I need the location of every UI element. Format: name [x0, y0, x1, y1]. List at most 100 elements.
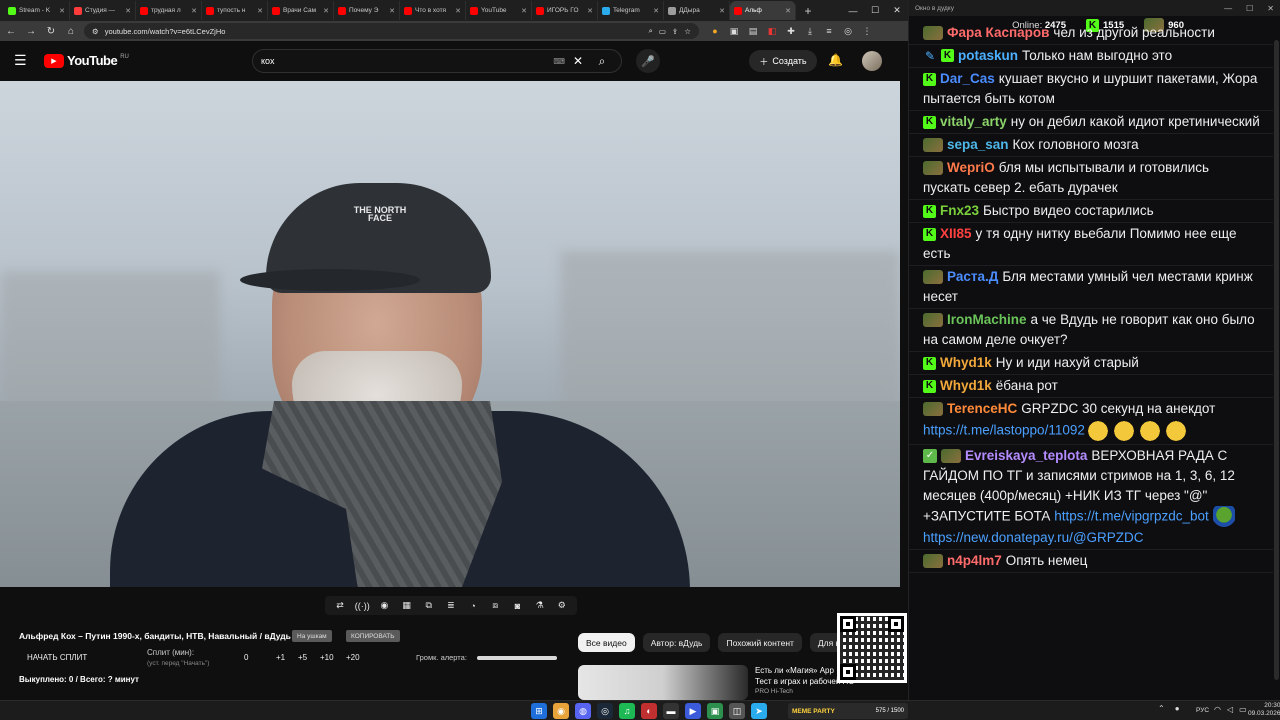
- chat-username[interactable]: Фара Каспаров: [947, 25, 1049, 40]
- split-plus-10-button[interactable]: +10: [320, 653, 334, 662]
- start-icon[interactable]: ⊞: [531, 703, 547, 719]
- clear-search-icon[interactable]: ✕: [573, 54, 583, 68]
- tab-close-icon[interactable]: ✕: [521, 7, 527, 15]
- chat-username[interactable]: TerenceHC: [947, 401, 1017, 416]
- share-icon[interactable]: ⇪: [672, 27, 678, 36]
- tab-close-icon[interactable]: ✕: [191, 7, 197, 15]
- browser-tab[interactable]: Что в хотя ✕: [400, 1, 466, 20]
- chat-username[interactable]: XII85: [940, 226, 972, 241]
- minimize-icon[interactable]: —: [842, 0, 864, 21]
- browser-tab[interactable]: Stream - K ✕: [4, 1, 70, 20]
- camera-icon[interactable]: ◙: [510, 599, 525, 613]
- puzzle-icon[interactable]: ✚: [785, 25, 797, 37]
- tab-close-icon[interactable]: ✕: [257, 7, 263, 15]
- tray-status[interactable]: ◠ ◁ ▭: [1214, 705, 1247, 714]
- extension-icon[interactable]: ▤: [747, 25, 759, 37]
- voice-search-icon[interactable]: 🎤: [636, 49, 660, 73]
- app-icon[interactable]: ◫: [729, 703, 745, 719]
- new-tab-icon[interactable]: +: [800, 3, 816, 19]
- browser-tab[interactable]: Врачи Сам ✕: [268, 1, 334, 20]
- flask-icon[interactable]: ⚗: [532, 599, 547, 613]
- chip-author[interactable]: Автор: вДудь: [642, 633, 711, 652]
- scrollbar-thumb[interactable]: [1274, 40, 1279, 680]
- language-indicator[interactable]: РУС: [1196, 707, 1209, 714]
- tab-close-icon[interactable]: ✕: [653, 7, 659, 15]
- chat-scrollbar[interactable]: [1273, 30, 1280, 700]
- app-icon[interactable]: ◐: [641, 703, 657, 719]
- split-value[interactable]: 0: [244, 653, 248, 662]
- extension-icon[interactable]: ▣: [728, 25, 740, 37]
- chat-username[interactable]: Раста.Д: [947, 269, 998, 284]
- app-icon[interactable]: ▣: [707, 703, 723, 719]
- settings-gear-icon[interactable]: ⚙: [554, 599, 569, 613]
- back-icon[interactable]: ←: [4, 24, 18, 38]
- spotify-icon[interactable]: ♫: [619, 703, 635, 719]
- audio-icon[interactable]: ((·)): [355, 599, 370, 613]
- chat-username[interactable]: Whyd1k: [940, 355, 992, 370]
- forward-icon[interactable]: →: [24, 24, 38, 38]
- browser-tab[interactable]: Почему Э ✕: [334, 1, 400, 20]
- notifications-bell-icon[interactable]: 🔔: [828, 53, 843, 67]
- browser-tab[interactable]: Альф ✕: [730, 1, 796, 20]
- tab-close-icon[interactable]: ✕: [389, 7, 395, 15]
- browser-tab[interactable]: Telegram ✕: [598, 1, 664, 20]
- extension-icon[interactable]: ◧: [766, 25, 778, 37]
- split-plus-1-button[interactable]: +1: [276, 653, 285, 662]
- download-icon[interactable]: ⤓: [804, 25, 816, 37]
- split-plus-5-button[interactable]: +5: [298, 653, 307, 662]
- mic-icon[interactable]: ●: [1175, 704, 1180, 713]
- speed-icon[interactable]: ◔: [466, 599, 481, 613]
- chrome-icon[interactable]: ◉: [553, 703, 569, 719]
- menu-dots-icon[interactable]: ⋮: [861, 25, 873, 37]
- youtube-logo[interactable]: ▶ YouTube RU: [44, 53, 129, 68]
- clock[interactable]: 20:30 09.03.2026: [1248, 702, 1280, 718]
- chat-username[interactable]: WepriO: [947, 160, 995, 175]
- browser-tab[interactable]: YouTube ✕: [466, 1, 532, 20]
- search-input[interactable]: кох: [261, 56, 553, 66]
- hamburger-menu-icon[interactable]: ☰: [14, 53, 28, 67]
- chat-username[interactable]: sepa_san: [947, 137, 1009, 152]
- split-plus-20-button[interactable]: +20: [346, 653, 360, 662]
- chat-username[interactable]: vitaly_arty: [940, 114, 1007, 129]
- copy-button[interactable]: КОПИРОВАТЬ: [346, 630, 400, 642]
- extension-icon[interactable]: ●: [709, 25, 721, 37]
- bookmark-star-icon[interactable]: ☆: [684, 27, 691, 36]
- steam-icon[interactable]: ◎: [597, 703, 613, 719]
- loop-icon[interactable]: ⇄: [333, 599, 348, 613]
- chat-username[interactable]: IronMachine: [947, 312, 1027, 327]
- hearing-pill[interactable]: На ушкам: [292, 630, 332, 642]
- chat-link[interactable]: https://t.me/lastoppo/11092: [923, 423, 1085, 438]
- home-icon[interactable]: ⌂: [64, 24, 78, 38]
- app-icon[interactable]: ▬: [663, 703, 679, 719]
- avatar[interactable]: [862, 51, 882, 71]
- tab-close-icon[interactable]: ✕: [125, 7, 131, 15]
- telegram-icon[interactable]: ➤: [751, 703, 767, 719]
- maximize-icon[interactable]: ☐: [1246, 4, 1253, 13]
- cast-icon[interactable]: ▭: [659, 27, 666, 36]
- frame-icon[interactable]: ⧉: [421, 599, 436, 613]
- chat-username[interactable]: Fnx23: [940, 203, 979, 218]
- url-field[interactable]: ⚙ youtube.com/watch?v=e6tLCevZjHo ⌕ ▭ ⇪ …: [84, 23, 699, 39]
- browser-tab[interactable]: трудная л ✕: [136, 1, 202, 20]
- subtitles-icon[interactable]: ≣: [443, 599, 458, 613]
- alert-volume-slider[interactable]: [477, 656, 557, 660]
- tab-close-icon[interactable]: ✕: [719, 7, 725, 15]
- chat-username[interactable]: n4p4lm7: [947, 553, 1002, 568]
- sidebar-icon[interactable]: ≡: [823, 25, 835, 37]
- picture-in-picture-icon[interactable]: ⧈: [488, 599, 503, 613]
- browser-tab[interactable]: Студия — ✕: [70, 1, 136, 20]
- chip-similar[interactable]: Похожий контент: [718, 633, 802, 652]
- reload-icon[interactable]: ↻: [44, 24, 58, 38]
- meme-party-widget[interactable]: MEME PARTY 575 / 1500: [788, 703, 908, 719]
- tab-close-icon[interactable]: ✕: [587, 7, 593, 15]
- tab-close-icon[interactable]: ✕: [323, 7, 329, 15]
- chat-link[interactable]: https://new.donatepay.ru/@GRPZDC: [923, 530, 1144, 545]
- create-button[interactable]: ＋ Создать: [749, 50, 817, 72]
- keyboard-icon[interactable]: ⌨: [553, 57, 565, 66]
- maximize-icon[interactable]: ☐: [864, 0, 886, 21]
- search-button[interactable]: ⌕: [591, 50, 613, 72]
- chevron-up-icon[interactable]: ⌃: [1158, 704, 1165, 713]
- chat-username[interactable]: potaskun: [958, 48, 1018, 63]
- search-box[interactable]: кох ⌨ ✕ ⌕: [252, 49, 622, 73]
- minimize-icon[interactable]: —: [1224, 4, 1232, 13]
